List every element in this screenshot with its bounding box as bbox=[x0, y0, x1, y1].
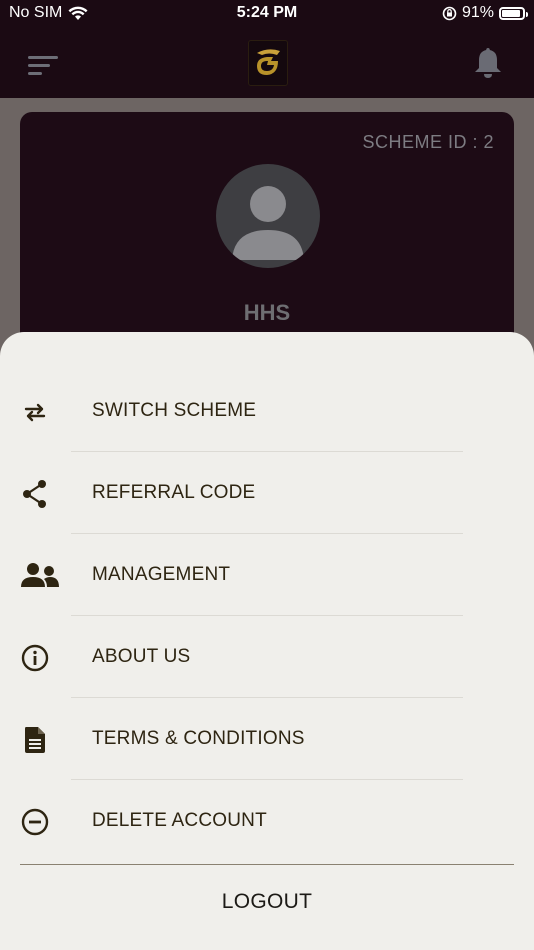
g-logo bbox=[248, 40, 288, 86]
battery-level bbox=[502, 9, 521, 17]
menu-icon[interactable] bbox=[28, 56, 58, 76]
menu-item-label: MANAGEMENT bbox=[92, 564, 231, 585]
share-icon bbox=[23, 480, 46, 508]
menu-item-label: SWITCH SCHEME bbox=[92, 400, 257, 421]
minus-circle-icon bbox=[21, 808, 49, 836]
scheme-id-label: SCHEME ID : 2 bbox=[362, 132, 494, 152]
people-icon bbox=[21, 563, 59, 587]
menu-item-management[interactable]: MANAGEMENT bbox=[0, 534, 534, 616]
menu-item-switch-scheme[interactable]: SWITCH SCHEME bbox=[0, 370, 534, 452]
document-icon bbox=[25, 727, 45, 753]
logout-button[interactable]: LOGOUT bbox=[0, 890, 534, 914]
menu-item-about-us[interactable]: ABOUT US bbox=[0, 616, 534, 698]
menu-item-label: TERMS & CONDITIONS bbox=[92, 728, 305, 749]
info-icon bbox=[21, 644, 49, 672]
menu-item-terms-conditions[interactable]: TERMS & CONDITIONS bbox=[0, 698, 534, 780]
menu-item-delete-account[interactable]: DELETE ACCOUNT bbox=[0, 780, 534, 862]
menu-item-referral-code[interactable]: REFERRAL CODE bbox=[0, 452, 534, 534]
menu-item-label: ABOUT US bbox=[92, 646, 191, 667]
orientation-lock-icon bbox=[442, 6, 457, 20]
swap-arrows-icon bbox=[24, 403, 46, 422]
profile-name: HHS bbox=[243, 300, 291, 325]
logout-divider bbox=[20, 864, 514, 865]
battery-percent: 91% bbox=[461, 4, 494, 21]
menu-item-label: DELETE ACCOUNT bbox=[92, 810, 267, 831]
menu-item-label: REFERRAL CODE bbox=[92, 482, 256, 503]
bottom-sheet: SWITCH SCHEME REFERRAL CODE MANAGEMENT A… bbox=[0, 332, 534, 950]
status-bar: No SIM 5:24 PM 91% bbox=[0, 0, 534, 28]
bell-icon[interactable] bbox=[472, 46, 504, 80]
avatar bbox=[216, 164, 320, 268]
app-bar bbox=[0, 28, 534, 98]
battery-icon bbox=[499, 6, 528, 20]
